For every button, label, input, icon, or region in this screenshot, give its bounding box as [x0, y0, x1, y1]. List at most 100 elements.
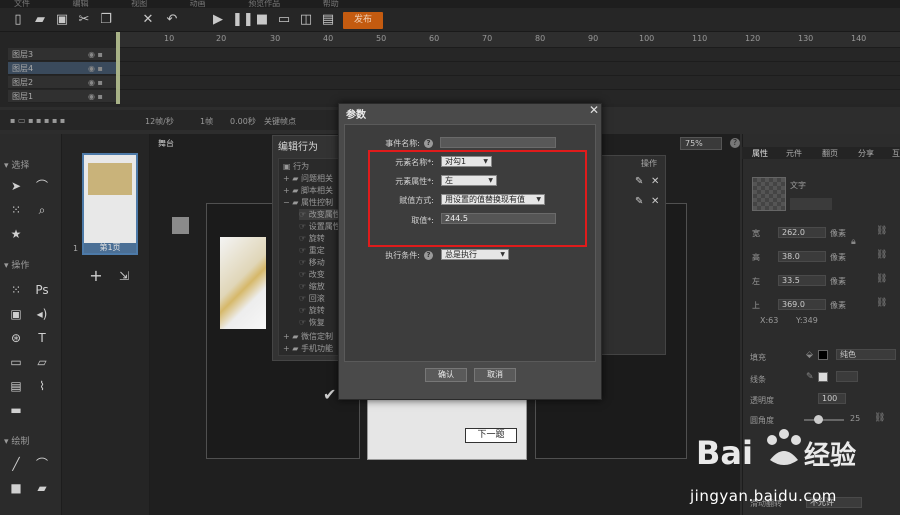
help-icon[interactable]: ? [424, 251, 433, 260]
pen-icon[interactable]: ✎ [806, 372, 814, 382]
next-question-button[interactable]: 下一题 [465, 428, 517, 443]
close-icon[interactable]: ✕ [588, 104, 600, 116]
link-icon[interactable]: ⛓ [876, 250, 887, 260]
layer-row[interactable]: 图层1 ◉ ▪ [8, 90, 116, 103]
new-file-icon[interactable]: ▯ [10, 12, 26, 28]
fill-type-select[interactable]: 纯色 [836, 349, 896, 360]
timeline-ruler[interactable]: 10 20 30 40 50 60 70 80 90 100 110 120 1… [120, 32, 900, 48]
menu-item-help[interactable]: 帮助 [323, 0, 339, 8]
star-icon[interactable]: ★ [8, 226, 24, 242]
cancel-button[interactable]: 取消 [474, 368, 516, 382]
add-page-icon[interactable]: + [88, 268, 104, 284]
menu-item-edit[interactable]: 编辑 [73, 0, 89, 8]
delete-action-icon[interactable]: ✕ [651, 176, 659, 187]
tree-item[interactable]: ☞ 回滚 [299, 293, 325, 304]
publish-button[interactable]: 发布 [343, 12, 383, 29]
image-icon[interactable]: ▣ [8, 306, 24, 322]
tab-more[interactable]: 互 [892, 148, 900, 159]
tree-item[interactable]: ☞ 旋转 [299, 233, 325, 244]
play-icon[interactable]: ▶ [210, 12, 226, 28]
grid-icon[interactable]: ⁙ [8, 202, 24, 218]
close-x-icon[interactable]: ✕ [140, 12, 156, 28]
left-input[interactable]: 33.5 [778, 275, 826, 286]
rect-icon[interactable]: ■ [8, 480, 24, 496]
page-thumbnail[interactable]: 第1页 [82, 153, 138, 255]
eye-lock-icon[interactable]: ◉ ▪ [88, 48, 103, 61]
curve-icon[interactable]: ⌒ [34, 456, 50, 472]
tree-item[interactable]: + ▰ 问题相关 [283, 173, 333, 184]
height-input[interactable]: 38.0 [778, 251, 826, 262]
layer-row[interactable]: 图层3 ◉ ▪ [8, 48, 116, 61]
tree-item[interactable]: ☞ 缩放 [299, 281, 325, 292]
delete-action-icon[interactable]: ✕ [651, 196, 659, 207]
line-icon[interactable]: ╱ [8, 456, 24, 472]
eye-lock-icon[interactable]: ◉ ▪ [88, 62, 103, 75]
stage-tab[interactable]: 舞台 [158, 138, 188, 150]
preview-input[interactable] [790, 198, 832, 210]
style-preview[interactable] [752, 177, 786, 211]
tree-item[interactable]: − ▰ 属性控制 [283, 197, 333, 208]
tree-item[interactable]: ☞ 恢复 [299, 317, 325, 328]
arrow-select-icon[interactable]: ➤ [8, 178, 24, 194]
condition-select[interactable]: 总是执行 ▼ [441, 249, 509, 260]
audio-icon[interactable]: ◂) [34, 306, 50, 322]
stage-photo[interactable] [220, 237, 266, 329]
menu-item-preview[interactable]: 预览作品 [248, 0, 280, 8]
form-icon[interactable]: ▤ [8, 378, 24, 394]
stage-element[interactable] [172, 217, 189, 234]
help-icon[interactable]: ? [730, 138, 740, 148]
eye-lock-icon[interactable]: ◉ ▪ [88, 90, 103, 103]
tree-item[interactable]: + ▰ 脚本相关 [283, 185, 333, 196]
open-folder-icon[interactable]: ▰ [32, 12, 48, 28]
border-style-select[interactable] [836, 371, 858, 382]
tree-item[interactable]: ☞ 移动 [299, 257, 325, 268]
frame-grid[interactable] [116, 48, 900, 104]
edit-action-icon[interactable]: ✎ [635, 176, 643, 187]
tree-item[interactable]: + ▰ 微信定制 [283, 331, 333, 342]
fill-color-swatch[interactable] [818, 350, 828, 360]
event-name-input[interactable] [440, 137, 556, 148]
tree-item[interactable]: ☞ 设置属性 [299, 221, 341, 232]
link-icon[interactable]: ⛓ [876, 298, 887, 308]
layer-row[interactable]: 图层4 ◉ ▪ [8, 62, 116, 75]
tab-components[interactable]: 元件 [786, 148, 802, 159]
border-color-swatch[interactable] [818, 372, 828, 382]
layer-tools-icon[interactable]: ▪ ▭ ▪ ▪ ▪ ▪ ▪ [10, 116, 65, 125]
checkmark-icon[interactable]: ✔ [323, 385, 336, 404]
chart-icon[interactable]: ⌇ [34, 378, 50, 394]
settings-icon[interactable]: ▤ [320, 12, 336, 28]
save-icon[interactable]: ▣ [54, 12, 70, 28]
layer-row[interactable]: 图层2 ◉ ▪ [8, 76, 116, 89]
rounded-rect-icon[interactable]: ▰ [34, 480, 50, 496]
import-page-icon[interactable]: ⇲ [116, 268, 132, 284]
edit-action-icon[interactable]: ✎ [635, 196, 643, 207]
undo-icon[interactable]: ↶ [164, 12, 180, 28]
tree-item[interactable]: ☞ 旋转 [299, 305, 325, 316]
tab-properties[interactable]: 属性 [752, 148, 768, 159]
bezier-icon[interactable]: ⌒ [34, 178, 50, 194]
help-icon[interactable]: ? [424, 139, 433, 148]
playhead[interactable] [116, 32, 120, 104]
preview-icon[interactable]: ▭ [276, 12, 292, 28]
apps-icon[interactable]: ⁙ [8, 282, 24, 298]
tree-item[interactable]: ▣ 行为 [283, 161, 309, 172]
zoom-select[interactable]: 75% [680, 137, 722, 150]
fill-bucket-icon[interactable]: ⬙ [806, 350, 813, 360]
tree-item[interactable]: ☞ 改变 [299, 269, 325, 280]
tab-share[interactable]: 分享 [858, 148, 874, 159]
stop-icon[interactable]: ■ [254, 12, 270, 28]
menu-item-view[interactable]: 视图 [131, 0, 147, 8]
text-icon[interactable]: T [34, 330, 50, 346]
opacity-input[interactable]: 100 [818, 393, 846, 404]
list-icon[interactable]: ▬ [8, 402, 24, 418]
pause-icon[interactable]: ❚❚ [232, 12, 254, 28]
link-icon[interactable]: ⛓ [876, 274, 887, 284]
export-icon[interactable]: ◫ [298, 12, 314, 28]
tree-item[interactable]: + ▰ 手机功能 [283, 343, 333, 354]
button-icon[interactable]: ▭ [8, 354, 24, 370]
zoom-icon[interactable]: ⌕ [34, 202, 50, 218]
menu-item-animation[interactable]: 动画 [190, 0, 206, 8]
confirm-button[interactable]: 确认 [425, 368, 467, 382]
link-icon[interactable]: ⛓ [876, 226, 887, 236]
eye-lock-icon[interactable]: ◉ ▪ [88, 76, 103, 89]
